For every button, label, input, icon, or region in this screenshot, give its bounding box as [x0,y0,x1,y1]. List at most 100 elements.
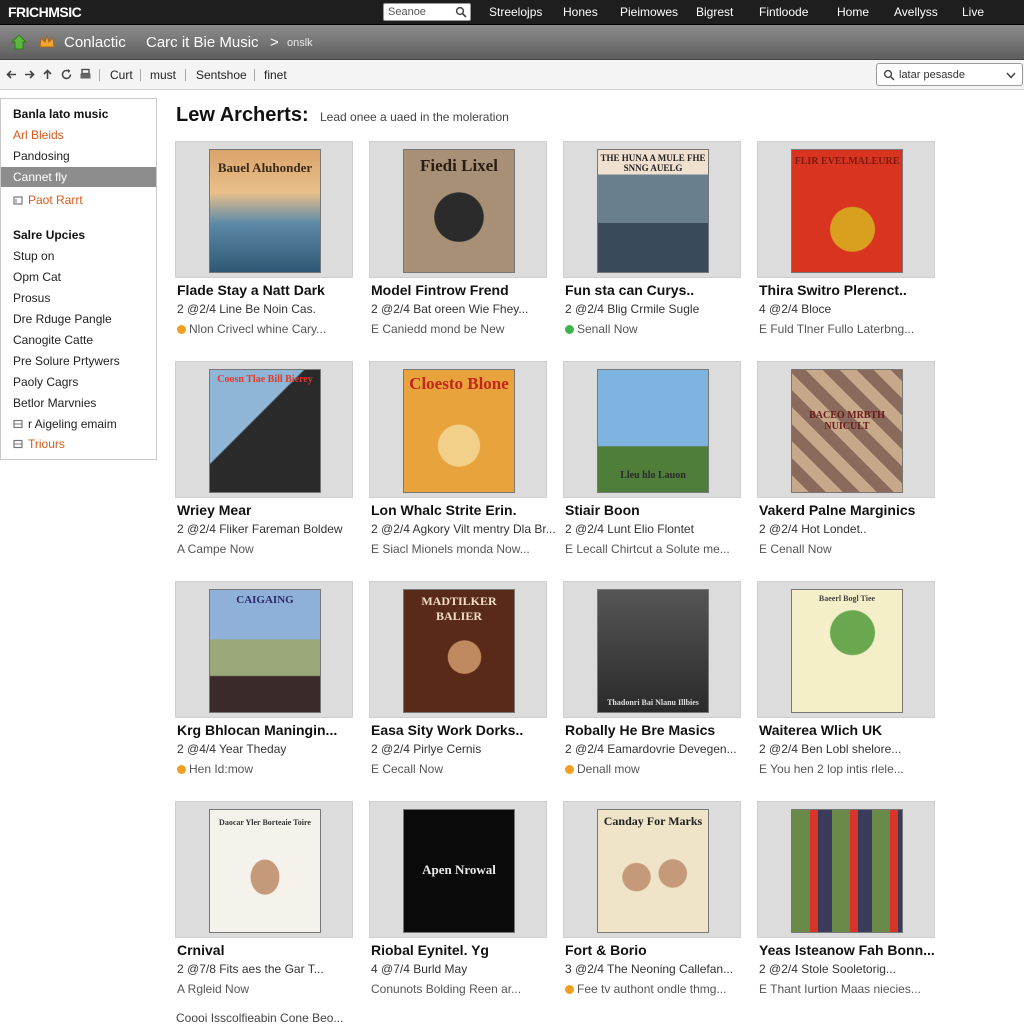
album-title[interactable]: Stiair Boon [565,502,640,518]
album-title[interactable]: Robally He Bre Masics [565,722,715,738]
toolbar-link-must[interactable]: must [150,68,176,82]
album-thumbnail[interactable]: Canday For Marks [563,801,741,938]
sidebar-item-betlor-marvnies[interactable]: Betlor Marvnies [1,393,156,413]
album-title[interactable]: Flade Stay a Natt Dark [177,282,325,298]
album-cover-image[interactable]: Fiedi Lixel [403,149,515,273]
album-thumbnail[interactable]: Daocar Yler Borteaie Toire [175,801,353,938]
sidebar-item-paoly-cagrs[interactable]: Paoly Cagrs [1,372,156,392]
album-cover-image[interactable]: Lleu hlo Lauon [597,369,709,493]
album-thumbnail[interactable]: Lleu hlo Lauon [563,361,741,498]
album-cover-image[interactable]: BACEO MRBTH NUICULT [791,369,903,493]
album-thumbnail[interactable]: Baeerl Bogl Tiee [757,581,935,718]
album-title[interactable]: Model Fintrow Frend [371,282,509,298]
sidebar-item-aigeling[interactable]: r Aigeling emaim [1,414,156,434]
album-card[interactable]: Thadonri Bai Nlanu Illbies Robally He Bre… [563,581,749,791]
sidebar-item-pre-solure[interactable]: Pre Solure Prtywers [1,351,156,371]
album-card[interactable]: Yeas lsteanow Fah Bonn... 2 @2/4 Stole So… [757,801,943,1011]
sidebar-item-pandosing[interactable]: Pandosing [1,146,156,166]
album-thumbnail[interactable]: Apen Nrowal [369,801,547,938]
nav-item-pieimowes[interactable]: Pieimowes [620,5,678,19]
nav-item-bigrest[interactable]: Bigrest [696,5,733,19]
print-icon[interactable] [79,68,92,81]
album-thumbnail[interactable]: BACEO MRBTH NUICULT [757,361,935,498]
album-cover-image[interactable]: CAIGAING [209,589,321,713]
album-thumbnail[interactable]: Coosn Tlae Bill Bierey [175,361,353,498]
chevron-down-icon[interactable] [1006,72,1016,79]
album-cover-image[interactable] [791,809,903,933]
nav-item-live[interactable]: Live [962,5,984,19]
album-thumbnail[interactable]: THE HUNA A MULE FHE SNNG AUELG [563,141,741,278]
breadcrumb-item[interactable]: Conlactic [64,34,126,51]
nav-item-fintloode[interactable]: Fintloode [759,5,808,19]
sidebar-item-canogite-catte[interactable]: Canogite Catte [1,330,156,350]
album-card[interactable]: MADTILKER BALIER Easa Sity Work Dorks.. 2 … [369,581,555,791]
album-card[interactable]: Lleu hlo Lauon Stiair Boon 2 @2/4 Lunt Eli… [563,361,749,571]
album-title[interactable]: Lon Whalc Strite Erin. [371,502,516,518]
sidebar-item-dre-rduge-pangle[interactable]: Dre Rduge Pangle [1,309,156,329]
nav-item-home[interactable]: Home [837,5,869,19]
back-icon[interactable] [5,68,18,81]
album-cover-image[interactable]: Thadonri Bai Nlanu Illbies [597,589,709,713]
album-card[interactable]: Cloesto Blone Lon Whalc Strite Erin. 2 @2/… [369,361,556,571]
toolbar-link-curt[interactable]: Curt [110,68,133,82]
album-card[interactable]: Baeerl Bogl Tiee Waiterea Wlich UK 2 @2/4 … [757,581,943,791]
up-icon[interactable] [41,68,54,81]
album-thumbnail[interactable]: CAIGAING [175,581,353,718]
sidebar-item-paot-rarrt[interactable]: Paot Rarrt [1,190,156,210]
album-card[interactable]: Fiedi Lixel Model Fintrow Frend 2 @2/4 Bat… [369,141,555,351]
sidebar-item-triours[interactable]: Triours [1,434,156,454]
album-title[interactable]: Krg Bhlocan Maningin... [177,722,337,738]
album-thumbnail[interactable]: FLIR EVELMALEURE [757,141,935,278]
album-title[interactable]: Riobal Eynitel. Yg [371,942,489,958]
album-thumbnail[interactable] [757,801,935,938]
app-logo[interactable]: FRICHMSIC [8,4,82,20]
album-title[interactable]: Fun sta can Curys.. [565,282,694,298]
breadcrumb-item[interactable]: onslk [287,37,313,49]
album-card[interactable]: CAIGAING Krg Bhlocan Maningin... 2 @4/4 Ye… [175,581,361,791]
album-card[interactable]: FLIR EVELMALEURE Thira Switro Plerenct.. 4… [757,141,943,351]
album-card[interactable]: BACEO MRBTH NUICULT Vakerd Palne Marginic… [757,361,943,571]
album-cover-image[interactable]: Canday For Marks [597,809,709,933]
breadcrumb-item[interactable]: Carc it Bie Music [146,34,259,51]
album-cover-image[interactable]: Coosn Tlae Bill Bierey [209,369,321,493]
album-title[interactable]: Thira Switro Plerenct.. [759,282,907,298]
album-card[interactable]: Apen Nrowal Riobal Eynitel. Yg 4 @7/4 Burl… [369,801,555,1011]
sidebar-item-prosus[interactable]: Prosus [1,288,156,308]
search-box[interactable]: Seanoe [383,3,471,21]
album-cover-image[interactable]: FLIR EVELMALEURE [791,149,903,273]
album-cover-image[interactable]: Baeerl Bogl Tiee [791,589,903,713]
album-cover-image[interactable]: Cloesto Blone [403,369,515,493]
album-card[interactable]: Coosn Tlae Bill Bierey Wriey Mear 2 @2/4 F… [175,361,361,571]
home-icon[interactable] [10,33,28,51]
album-cover-image[interactable]: Apen Nrowal [403,809,515,933]
album-thumbnail[interactable]: Thadonri Bai Nlanu Illbies [563,581,741,718]
refresh-icon[interactable] [60,68,73,81]
nav-item-hones[interactable]: Hones [563,5,598,19]
album-card[interactable]: THE HUNA A MULE FHE SNNG AUELG Fun sta ca… [563,141,749,351]
album-thumbnail[interactable]: Cloesto Blone [369,361,547,498]
sort-dropdown[interactable]: latar pesasde [876,63,1023,86]
sidebar-item-opm-cat[interactable]: Opm Cat [1,267,156,287]
album-card[interactable]: Canday For Marks Fort & Borio 3 @2/4 The N… [563,801,749,1011]
album-card[interactable]: Bauel Aluhonder Flade Stay a Natt Dark 2 @… [175,141,361,351]
sidebar-item-arl-bleids[interactable]: Arl Bleids [1,125,156,145]
search-input[interactable]: Seanoe [388,6,426,18]
search-icon[interactable] [455,6,467,18]
album-title[interactable]: Crnival [177,942,224,958]
album-cover-image[interactable]: Bauel Aluhonder [209,149,321,273]
album-title[interactable]: Yeas lsteanow Fah Bonn... [759,942,935,958]
toolbar-link-sentshoe[interactable]: Sentshoe [196,68,247,82]
album-thumbnail[interactable]: Bauel Aluhonder [175,141,353,278]
album-title[interactable]: Wriey Mear [177,502,251,518]
album-title[interactable]: Waiterea Wlich UK [759,722,882,738]
album-card[interactable]: Daocar Yler Borteaie Toire Crnival 2 @7/8 … [175,801,361,1011]
forward-icon[interactable] [23,68,36,81]
album-title[interactable]: Fort & Borio [565,942,647,958]
sidebar-item-stup-on[interactable]: Stup on [1,246,156,266]
album-cover-image[interactable]: THE HUNA A MULE FHE SNNG AUELG [597,149,709,273]
album-title[interactable]: Vakerd Palne Marginics [759,502,915,518]
sidebar-item-cannet-fly[interactable]: Cannet fly [1,167,156,187]
nav-item-streelojps[interactable]: Streelojps [489,5,542,19]
toolbar-link-finet[interactable]: finet [264,68,287,82]
album-cover-image[interactable]: Daocar Yler Borteaie Toire [209,809,321,933]
